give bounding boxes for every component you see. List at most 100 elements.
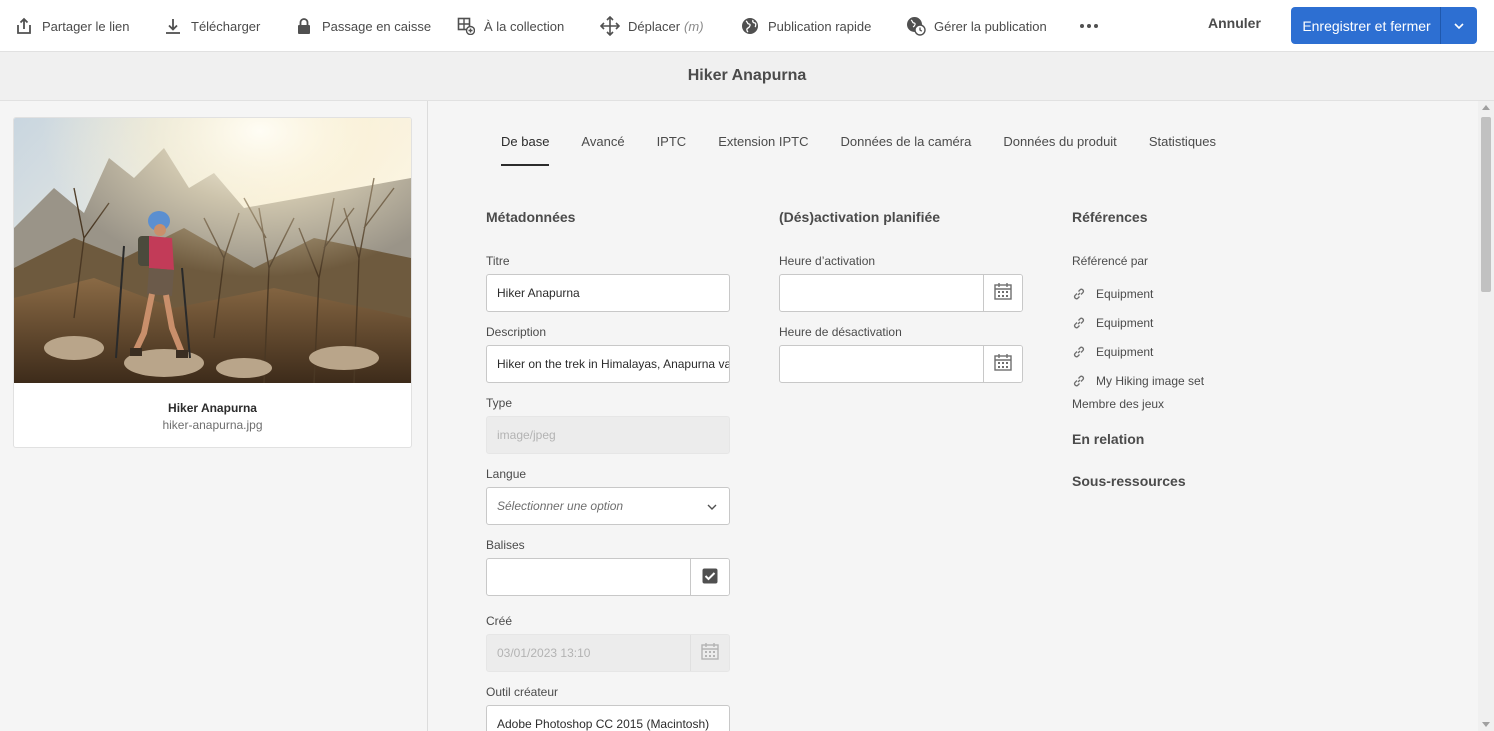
save-and-close-label[interactable]: Enregistrer et fermer bbox=[1291, 7, 1441, 44]
chevron-down-icon[interactable] bbox=[1441, 7, 1477, 44]
title-field-label: Titre bbox=[486, 254, 510, 268]
reference-link[interactable]: Equipment bbox=[1072, 287, 1153, 301]
checkbox-icon bbox=[702, 568, 718, 587]
description-field-value: Hiker on the trek in Himalayas, Anapurna… bbox=[497, 357, 730, 371]
more-icon[interactable] bbox=[1078, 14, 1100, 38]
add-to-collection-button[interactable]: À la collection bbox=[456, 14, 564, 38]
checkout-label: Passage en caisse bbox=[322, 18, 432, 34]
download-icon bbox=[163, 16, 183, 36]
scrollbar-thumb[interactable] bbox=[1481, 117, 1491, 292]
sets-member-label: Membre des jeux bbox=[1072, 397, 1165, 411]
save-and-close-button[interactable]: Enregistrer et fermer bbox=[1291, 7, 1477, 44]
reference-link[interactable]: Equipment bbox=[1072, 316, 1153, 330]
on-time-calendar-button[interactable] bbox=[983, 275, 1022, 311]
schedule-section-title: (Dés)activation planifiée bbox=[779, 209, 941, 225]
tab-camera-data[interactable]: Données de la caméra bbox=[841, 129, 972, 166]
title-bar: Hiker Anapurna bbox=[0, 52, 1494, 101]
move-shortcut: (m) bbox=[684, 18, 704, 34]
tab-iptc-extension[interactable]: Extension IPTC bbox=[718, 129, 808, 166]
vertical-scrollbar[interactable] bbox=[1478, 101, 1494, 731]
share-link-label: Partager le lien bbox=[42, 18, 130, 34]
subassets-section-title: Sous-ressources bbox=[1072, 473, 1186, 489]
scroll-up-arrow[interactable] bbox=[1482, 105, 1490, 110]
calendar-icon bbox=[994, 354, 1012, 374]
link-icon bbox=[1072, 345, 1088, 359]
checkout-button[interactable]: Passage en caisse bbox=[294, 14, 431, 38]
add-to-collection-icon bbox=[456, 16, 476, 36]
description-field[interactable]: Hiker on the trek in Himalayas, Anapurna… bbox=[486, 345, 730, 383]
on-time-label: Heure d’activation bbox=[779, 254, 876, 268]
page-title: Hiker Anapurna bbox=[687, 67, 807, 84]
reference-link-label: My Hiking image set bbox=[1096, 374, 1205, 388]
download-button[interactable]: Télécharger bbox=[163, 14, 260, 38]
reference-link-label: Equipment bbox=[1096, 345, 1154, 359]
tab-iptc[interactable]: IPTC bbox=[657, 129, 687, 166]
move-button[interactable]: Déplacer (m) bbox=[600, 14, 704, 38]
cancel-button[interactable]: Annuler bbox=[1208, 15, 1261, 31]
asset-preview-panel: Hiker Anapurna hiker-anapurna.jpg bbox=[0, 101, 428, 731]
chevron-down-icon bbox=[707, 499, 717, 513]
reference-link[interactable]: Equipment bbox=[1072, 345, 1153, 359]
language-field-label: Langue bbox=[486, 467, 527, 481]
language-select[interactable]: Sélectionner une option bbox=[486, 487, 730, 525]
calendar-icon bbox=[701, 643, 719, 663]
on-time-field[interactable] bbox=[779, 274, 1023, 312]
description-field-label: Description bbox=[486, 325, 547, 339]
created-field: 03/01/2023 13:10 bbox=[486, 634, 730, 672]
tab-statistics[interactable]: Statistiques bbox=[1149, 129, 1216, 166]
off-time-calendar-button[interactable] bbox=[983, 346, 1022, 382]
lock-icon bbox=[294, 16, 314, 36]
move-label: Déplacer bbox=[628, 18, 681, 34]
tags-field[interactable] bbox=[486, 558, 730, 596]
asset-thumbnail bbox=[14, 118, 411, 383]
manage-publication-label: Gérer la publication bbox=[934, 18, 1047, 34]
creator-tool-field[interactable]: Adobe Photoshop CC 2015 (Macintosh) bbox=[486, 705, 730, 731]
quick-publish-button[interactable]: Publication rapide bbox=[740, 14, 871, 38]
type-field: image/jpeg bbox=[486, 416, 730, 454]
asset-card: Hiker Anapurna hiker-anapurna.jpg bbox=[13, 117, 412, 448]
tab-basic[interactable]: De base bbox=[501, 129, 550, 166]
reference-link[interactable]: My Hiking image set bbox=[1072, 374, 1204, 388]
globe-icon bbox=[740, 16, 760, 36]
tags-picker-button[interactable] bbox=[690, 559, 729, 595]
off-time-field[interactable] bbox=[779, 345, 1023, 383]
asset-card-filename: hiker-anapurna.jpg bbox=[162, 418, 263, 432]
action-toolbar: Partager le lien Télécharger Passage en … bbox=[0, 0, 1494, 52]
type-field-value: image/jpeg bbox=[497, 428, 556, 442]
references-section-title: Références bbox=[1072, 209, 1148, 225]
metadata-tabs: De base Avancé IPTC Extension IPTC Donné… bbox=[501, 129, 1248, 167]
created-field-label: Créé bbox=[486, 614, 513, 628]
reference-link-label: Equipment bbox=[1096, 287, 1154, 301]
tags-field-label: Balises bbox=[486, 538, 525, 552]
created-field-value: 03/01/2023 13:10 bbox=[497, 646, 591, 660]
move-icon bbox=[600, 16, 620, 36]
metadata-section-title: Métadonnées bbox=[486, 209, 576, 225]
off-time-label: Heure de désactivation bbox=[779, 325, 902, 339]
metadata-panel: De base Avancé IPTC Extension IPTC Donné… bbox=[428, 101, 1478, 731]
share-icon bbox=[14, 16, 34, 36]
scroll-down-arrow[interactable] bbox=[1482, 722, 1490, 727]
calendar-icon bbox=[994, 283, 1012, 303]
related-section-title: En relation bbox=[1072, 431, 1145, 447]
references-column: Références Référencé par Equipment Equip… bbox=[1072, 209, 1372, 489]
quick-publish-label: Publication rapide bbox=[768, 18, 872, 34]
link-icon bbox=[1072, 374, 1088, 388]
link-icon bbox=[1072, 287, 1088, 301]
type-field-label: Type bbox=[486, 396, 513, 410]
language-select-placeholder: Sélectionner une option bbox=[497, 499, 624, 513]
title-field[interactable]: Hiker Anapurna bbox=[486, 274, 730, 312]
add-to-collection-label: À la collection bbox=[484, 18, 565, 34]
download-label: Télécharger bbox=[191, 18, 261, 34]
asset-card-title: Hiker Anapurna bbox=[168, 401, 257, 415]
tab-product-data[interactable]: Données du produit bbox=[1003, 129, 1116, 166]
share-link-button[interactable]: Partager le lien bbox=[14, 14, 129, 38]
metadata-column: Métadonnées Titre Hiker Anapurna Descrip… bbox=[486, 209, 730, 731]
link-icon bbox=[1072, 316, 1088, 330]
title-field-value: Hiker Anapurna bbox=[497, 286, 580, 300]
creator-tool-field-value: Adobe Photoshop CC 2015 (Macintosh) bbox=[497, 717, 710, 731]
referenced-by-label: Référencé par bbox=[1072, 254, 1149, 268]
creator-tool-field-label: Outil créateur bbox=[486, 685, 559, 699]
tab-advanced[interactable]: Avancé bbox=[581, 129, 624, 166]
manage-publication-button[interactable]: Gérer la publication bbox=[906, 14, 1047, 38]
globe-clock-icon bbox=[906, 16, 926, 36]
